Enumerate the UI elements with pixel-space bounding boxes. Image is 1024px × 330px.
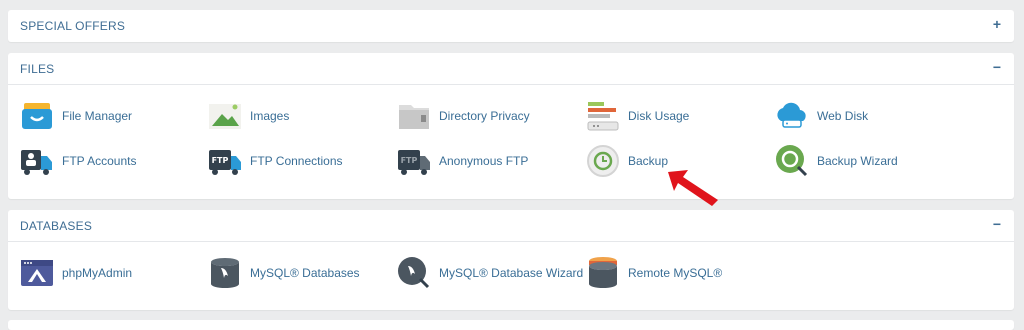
images-item[interactable]: Images — [208, 98, 289, 134]
databases-title: DATABASES — [20, 218, 93, 233]
next-section-panel — [8, 320, 1014, 330]
backup-label: Backup — [628, 154, 669, 168]
file-manager-item[interactable]: File Manager — [20, 98, 132, 134]
mysql-databases-label: MySQL® Databases — [250, 266, 360, 280]
anonymous-ftp-icon: FTP — [397, 144, 431, 178]
special-offers-panel: SPECIAL OFFERS + — [8, 10, 1014, 42]
databases-panel: DATABASES − phpMyAdmin MySQL® Databases … — [8, 210, 1014, 310]
anonymous-ftp-item[interactable]: FTP Anonymous FTP — [397, 143, 528, 179]
phpmyadmin-item[interactable]: phpMyAdmin — [20, 255, 132, 291]
expand-icon[interactable]: + — [990, 16, 1004, 32]
ftp-accounts-label: FTP Accounts — [62, 154, 137, 168]
backup-wizard-icon — [775, 144, 809, 178]
web-disk-item[interactable]: Web Disk — [775, 98, 868, 134]
ftp-connections-label: FTP Connections — [250, 154, 343, 168]
files-title: FILES — [20, 61, 55, 76]
databases-header[interactable]: DATABASES − — [8, 210, 1014, 242]
web-disk-label: Web Disk — [817, 109, 869, 123]
ftp-accounts-icon — [20, 144, 54, 178]
anonymous-ftp-label: Anonymous FTP — [439, 154, 529, 168]
disk-usage-label: Disk Usage — [628, 109, 690, 123]
collapse-icon[interactable]: − — [990, 216, 1004, 232]
files-panel: FILES − File Manager Images Directory Pr… — [8, 53, 1014, 199]
collapse-icon[interactable]: − — [990, 59, 1004, 75]
files-header[interactable]: FILES − — [8, 53, 1014, 85]
backup-item[interactable]: Backup — [586, 143, 668, 179]
remote-mysql-icon — [586, 256, 620, 290]
phpmyadmin-label: phpMyAdmin — [62, 266, 133, 280]
backup-wizard-label: Backup Wizard — [817, 154, 898, 168]
mysql-database-wizard-label: MySQL® Database Wizard — [439, 266, 584, 280]
anonymous-ftp-icon-text: FTP — [401, 156, 418, 165]
images-label: Images — [250, 109, 290, 123]
ftp-connections-icon-text: FTP — [212, 156, 229, 165]
directory-privacy-label: Directory Privacy — [439, 109, 530, 123]
mysql-databases-icon — [208, 256, 242, 290]
ftp-connections-item[interactable]: FTP FTP Connections — [208, 143, 343, 179]
mysql-database-wizard-item[interactable]: MySQL® Database Wizard — [397, 255, 583, 291]
web-disk-icon — [775, 99, 809, 133]
ftp-connections-icon: FTP — [208, 144, 242, 178]
file-manager-label: File Manager — [62, 109, 133, 123]
mysql-database-wizard-icon — [397, 256, 431, 290]
special-offers-title: SPECIAL OFFERS — [20, 19, 126, 33]
special-offers-header[interactable]: SPECIAL OFFERS + — [8, 10, 1014, 42]
disk-usage-icon — [586, 99, 620, 133]
disk-usage-item[interactable]: Disk Usage — [586, 98, 689, 134]
remote-mysql-label: Remote MySQL® — [628, 266, 723, 280]
backup-wizard-item[interactable]: Backup Wizard — [775, 143, 898, 179]
remote-mysql-item[interactable]: Remote MySQL® — [586, 255, 722, 291]
file-manager-icon — [20, 99, 54, 133]
annotation-arrow-icon — [664, 166, 722, 208]
ftp-accounts-item[interactable]: FTP Accounts — [20, 143, 136, 179]
backup-icon — [586, 144, 620, 178]
directory-privacy-icon — [397, 99, 431, 133]
images-icon — [208, 99, 242, 133]
phpmyadmin-icon — [20, 256, 54, 290]
directory-privacy-item[interactable]: Directory Privacy — [397, 98, 530, 134]
mysql-databases-item[interactable]: MySQL® Databases — [208, 255, 360, 291]
